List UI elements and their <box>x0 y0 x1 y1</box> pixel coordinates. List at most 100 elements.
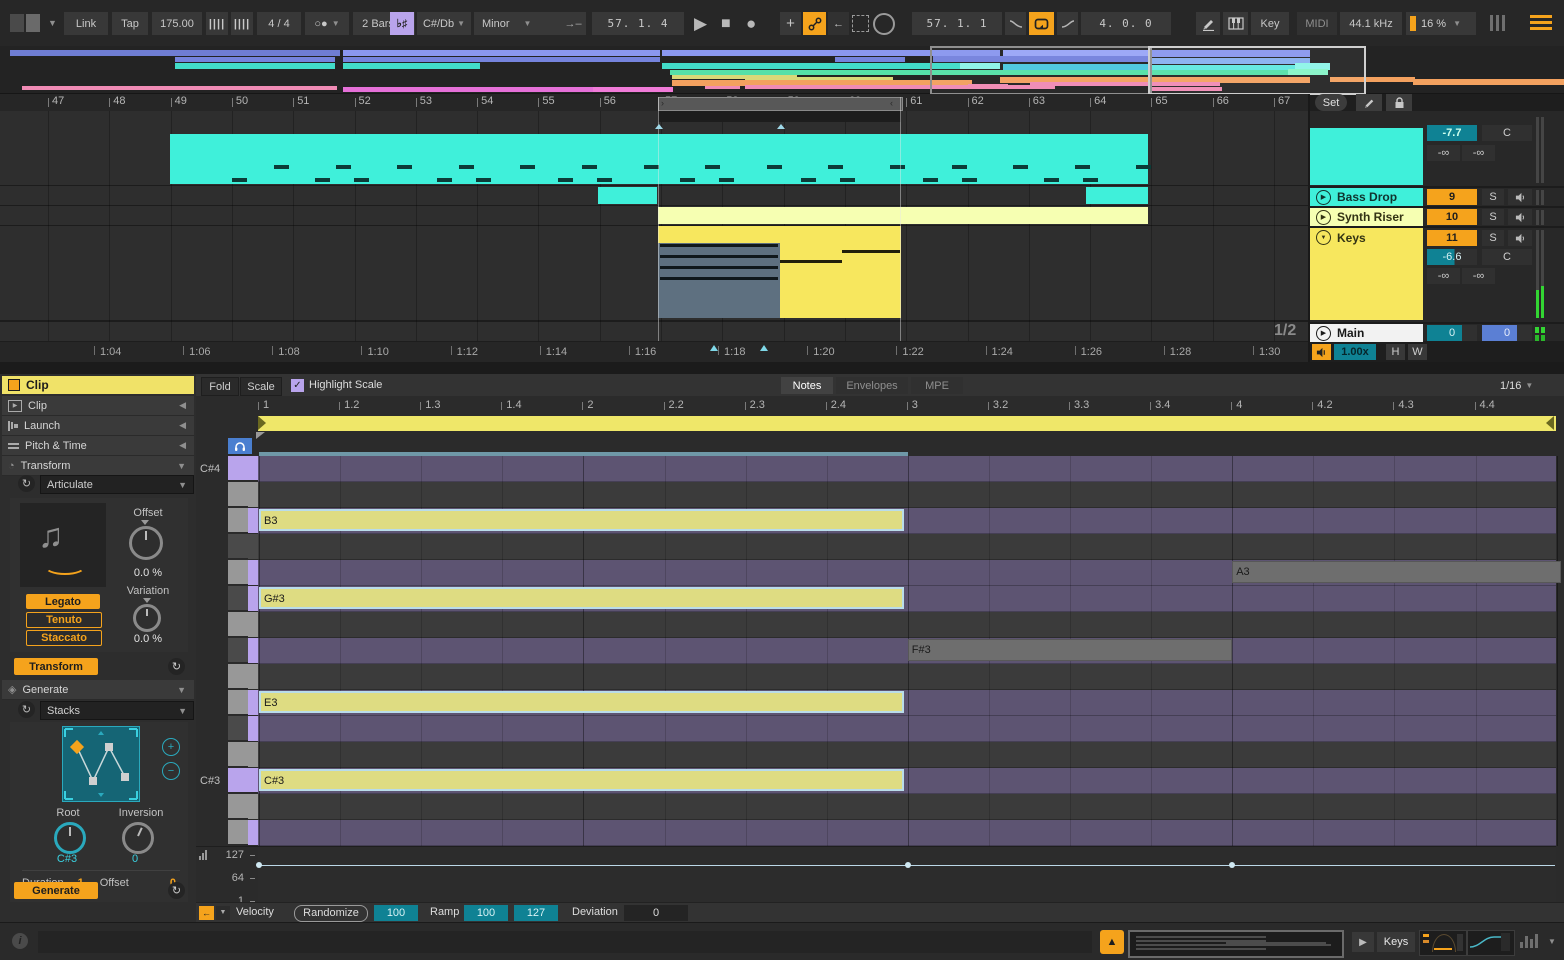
piano-key[interactable] <box>228 482 248 507</box>
scale-fold-button[interactable]: Scale <box>240 377 282 396</box>
loop-start-marker[interactable] <box>258 416 266 430</box>
follow-button[interactable]: →‒ <box>560 12 586 35</box>
window-split-divider[interactable] <box>0 362 1564 374</box>
scale-root-menu[interactable]: C#/Db ▼ <box>417 12 471 35</box>
sample-rate-field[interactable]: 44.1 kHz <box>1340 12 1402 35</box>
clip-tab-header[interactable]: Clip <box>2 376 194 394</box>
keys-volume-slider[interactable]: -6.6 <box>1427 249 1477 265</box>
window-grid-icon-2[interactable] <box>26 14 40 32</box>
track-speaker-keys[interactable] <box>1508 230 1532 246</box>
tempo-field[interactable]: 175.00 <box>152 12 202 35</box>
locator-marker-icon[interactable] <box>760 345 768 351</box>
staccato-button[interactable]: Staccato <box>26 630 102 646</box>
generate-reroll-button[interactable]: ↻ <box>168 882 185 899</box>
root-knob[interactable] <box>54 822 86 854</box>
automation-arm-button[interactable] <box>803 12 826 35</box>
piano-key[interactable] <box>228 690 248 715</box>
tap-button[interactable]: Tap <box>112 12 148 35</box>
legato-button[interactable]: Legato <box>26 594 100 609</box>
tab-mpe[interactable]: MPE <box>911 377 963 394</box>
main-pan-slider[interactable]: 0 <box>1482 325 1532 341</box>
track-header-synth-riser[interactable]: ▶ Synth Riser 10 S <box>1310 206 1564 227</box>
track-lane[interactable] <box>0 111 1308 135</box>
preview-headphone-button[interactable] <box>228 438 252 454</box>
piano-key[interactable] <box>228 612 248 637</box>
top-track-send-b[interactable]: -∞ <box>1462 145 1495 161</box>
midi-indicator[interactable]: MIDI <box>1297 12 1337 35</box>
expand-down-icon[interactable]: ▼ <box>177 685 186 695</box>
section-launch[interactable]: Launch ◀ <box>2 416 194 436</box>
section-transform[interactable]: ◔ Transform ▼ <box>2 456 194 476</box>
keys-pan-dial[interactable]: C <box>1482 249 1532 265</box>
main-volume-slider[interactable]: 0 <box>1427 325 1477 341</box>
metronome-icon[interactable]: |||| <box>231 12 253 35</box>
detail-view-toggle[interactable]: ▲ <box>1100 930 1124 954</box>
locator-pencil-button[interactable] <box>1356 94 1382 111</box>
track-solo-synth-riser[interactable]: S <box>1482 209 1504 225</box>
new-button[interactable]: + <box>780 12 801 35</box>
width-zoom-button[interactable]: W <box>1408 344 1427 360</box>
track-header-keys[interactable]: ▼ Keys 11 S -6.6 C -∞ -∞ <box>1310 226 1564 322</box>
cpu-meter[interactable]: 16 % ▼ <box>1406 12 1476 35</box>
tab-envelopes[interactable]: Envelopes <box>836 377 908 394</box>
metronome-pattern-icon[interactable]: |||| <box>206 12 228 35</box>
fold-button[interactable]: Fold <box>201 377 239 396</box>
loop-end-marker[interactable] <box>1546 416 1554 430</box>
stacks-add-button[interactable]: + <box>162 738 180 756</box>
section-pitch-time[interactable]: Pitch & Time ◀ <box>2 436 194 456</box>
collapse-left-icon[interactable]: ◀ <box>179 440 186 451</box>
piano-key[interactable] <box>228 456 258 481</box>
piano-key[interactable] <box>228 586 248 611</box>
track-solo-keys[interactable]: S <box>1482 230 1504 246</box>
midi-note[interactable]: A3 <box>1232 561 1560 583</box>
overview-viewport[interactable] <box>1148 46 1366 95</box>
inversion-value[interactable]: 0 <box>114 852 156 865</box>
track-solo-bass-drop[interactable]: S <box>1482 189 1504 205</box>
device-thumbnail[interactable] <box>1467 930 1515 956</box>
section-clip[interactable]: ▶ Clip ◀ <box>2 396 194 416</box>
audio-engine-button[interactable] <box>1312 344 1331 360</box>
piano-key[interactable] <box>228 794 248 819</box>
root-value[interactable]: C#3 <box>46 852 88 865</box>
top-track-pan[interactable]: C <box>1482 125 1532 141</box>
loop-brace[interactable]: ›‹ <box>658 97 903 111</box>
arrangement-time-ruler[interactable]: 1:041:061:081:101:121:141:161:181:201:22… <box>0 341 1308 363</box>
set-locator-button[interactable]: Set <box>1315 94 1347 111</box>
transform-apply-button[interactable]: Transform <box>14 658 98 675</box>
tenuto-button[interactable]: Tenuto <box>26 612 102 628</box>
piano-key[interactable] <box>228 664 248 689</box>
stop-button[interactable]: ■ <box>721 13 743 35</box>
midi-note[interactable]: F#3 <box>908 639 1232 661</box>
piano-key[interactable] <box>228 716 248 741</box>
midi-note[interactable]: G#3 <box>259 587 904 609</box>
stacks-remove-button[interactable]: − <box>162 762 180 780</box>
clip-mini-preview[interactable] <box>1128 930 1344 958</box>
ramp-from-field[interactable]: 100 <box>464 905 508 921</box>
clip-synth-riser[interactable] <box>658 207 1148 224</box>
piano-roll[interactable]: 11.21.31.422.22.32.433.23.33.444.24.34.4… <box>196 396 1564 922</box>
playback-speed-field[interactable]: 1.00x <box>1334 344 1376 360</box>
loop-length-field[interactable]: 4. 0. 0 <box>1081 12 1171 35</box>
track-arm-bass-drop[interactable]: 9 <box>1427 189 1477 205</box>
overview-viewport[interactable] <box>930 46 1152 95</box>
lock-envelopes-button[interactable] <box>1386 94 1412 111</box>
highlight-scale-checkbox[interactable]: ✓ <box>291 379 304 392</box>
track-lane[interactable] <box>0 226 1308 322</box>
arrangement-track-area[interactable]: ›‹ <box>0 111 1308 341</box>
locator-marker-icon[interactable] <box>710 345 718 351</box>
midi-note[interactable]: C#3 <box>259 769 904 791</box>
info-icon[interactable]: i <box>12 933 28 949</box>
track-lane[interactable] <box>0 322 1308 343</box>
offset-value[interactable]: 0.0 % <box>114 566 182 579</box>
grid-value-menu[interactable]: 1/16▼ <box>1500 377 1533 394</box>
lane-collapse-button[interactable]: ← <box>199 906 214 920</box>
generate-device-menu[interactable]: Stacks ▼ <box>40 701 194 720</box>
play-button[interactable]: ▶ <box>694 13 716 35</box>
clip-loop-bar[interactable] <box>258 416 1556 431</box>
key-map-button[interactable]: Key <box>1251 12 1289 35</box>
io-activity-icon[interactable] <box>1520 934 1538 948</box>
randomize-value-field[interactable]: 100 <box>374 905 418 921</box>
clip-keys[interactable] <box>658 226 901 318</box>
track-arm-synth-riser[interactable]: 10 <box>1427 209 1477 225</box>
pencil-mode-button[interactable] <box>1196 12 1220 35</box>
